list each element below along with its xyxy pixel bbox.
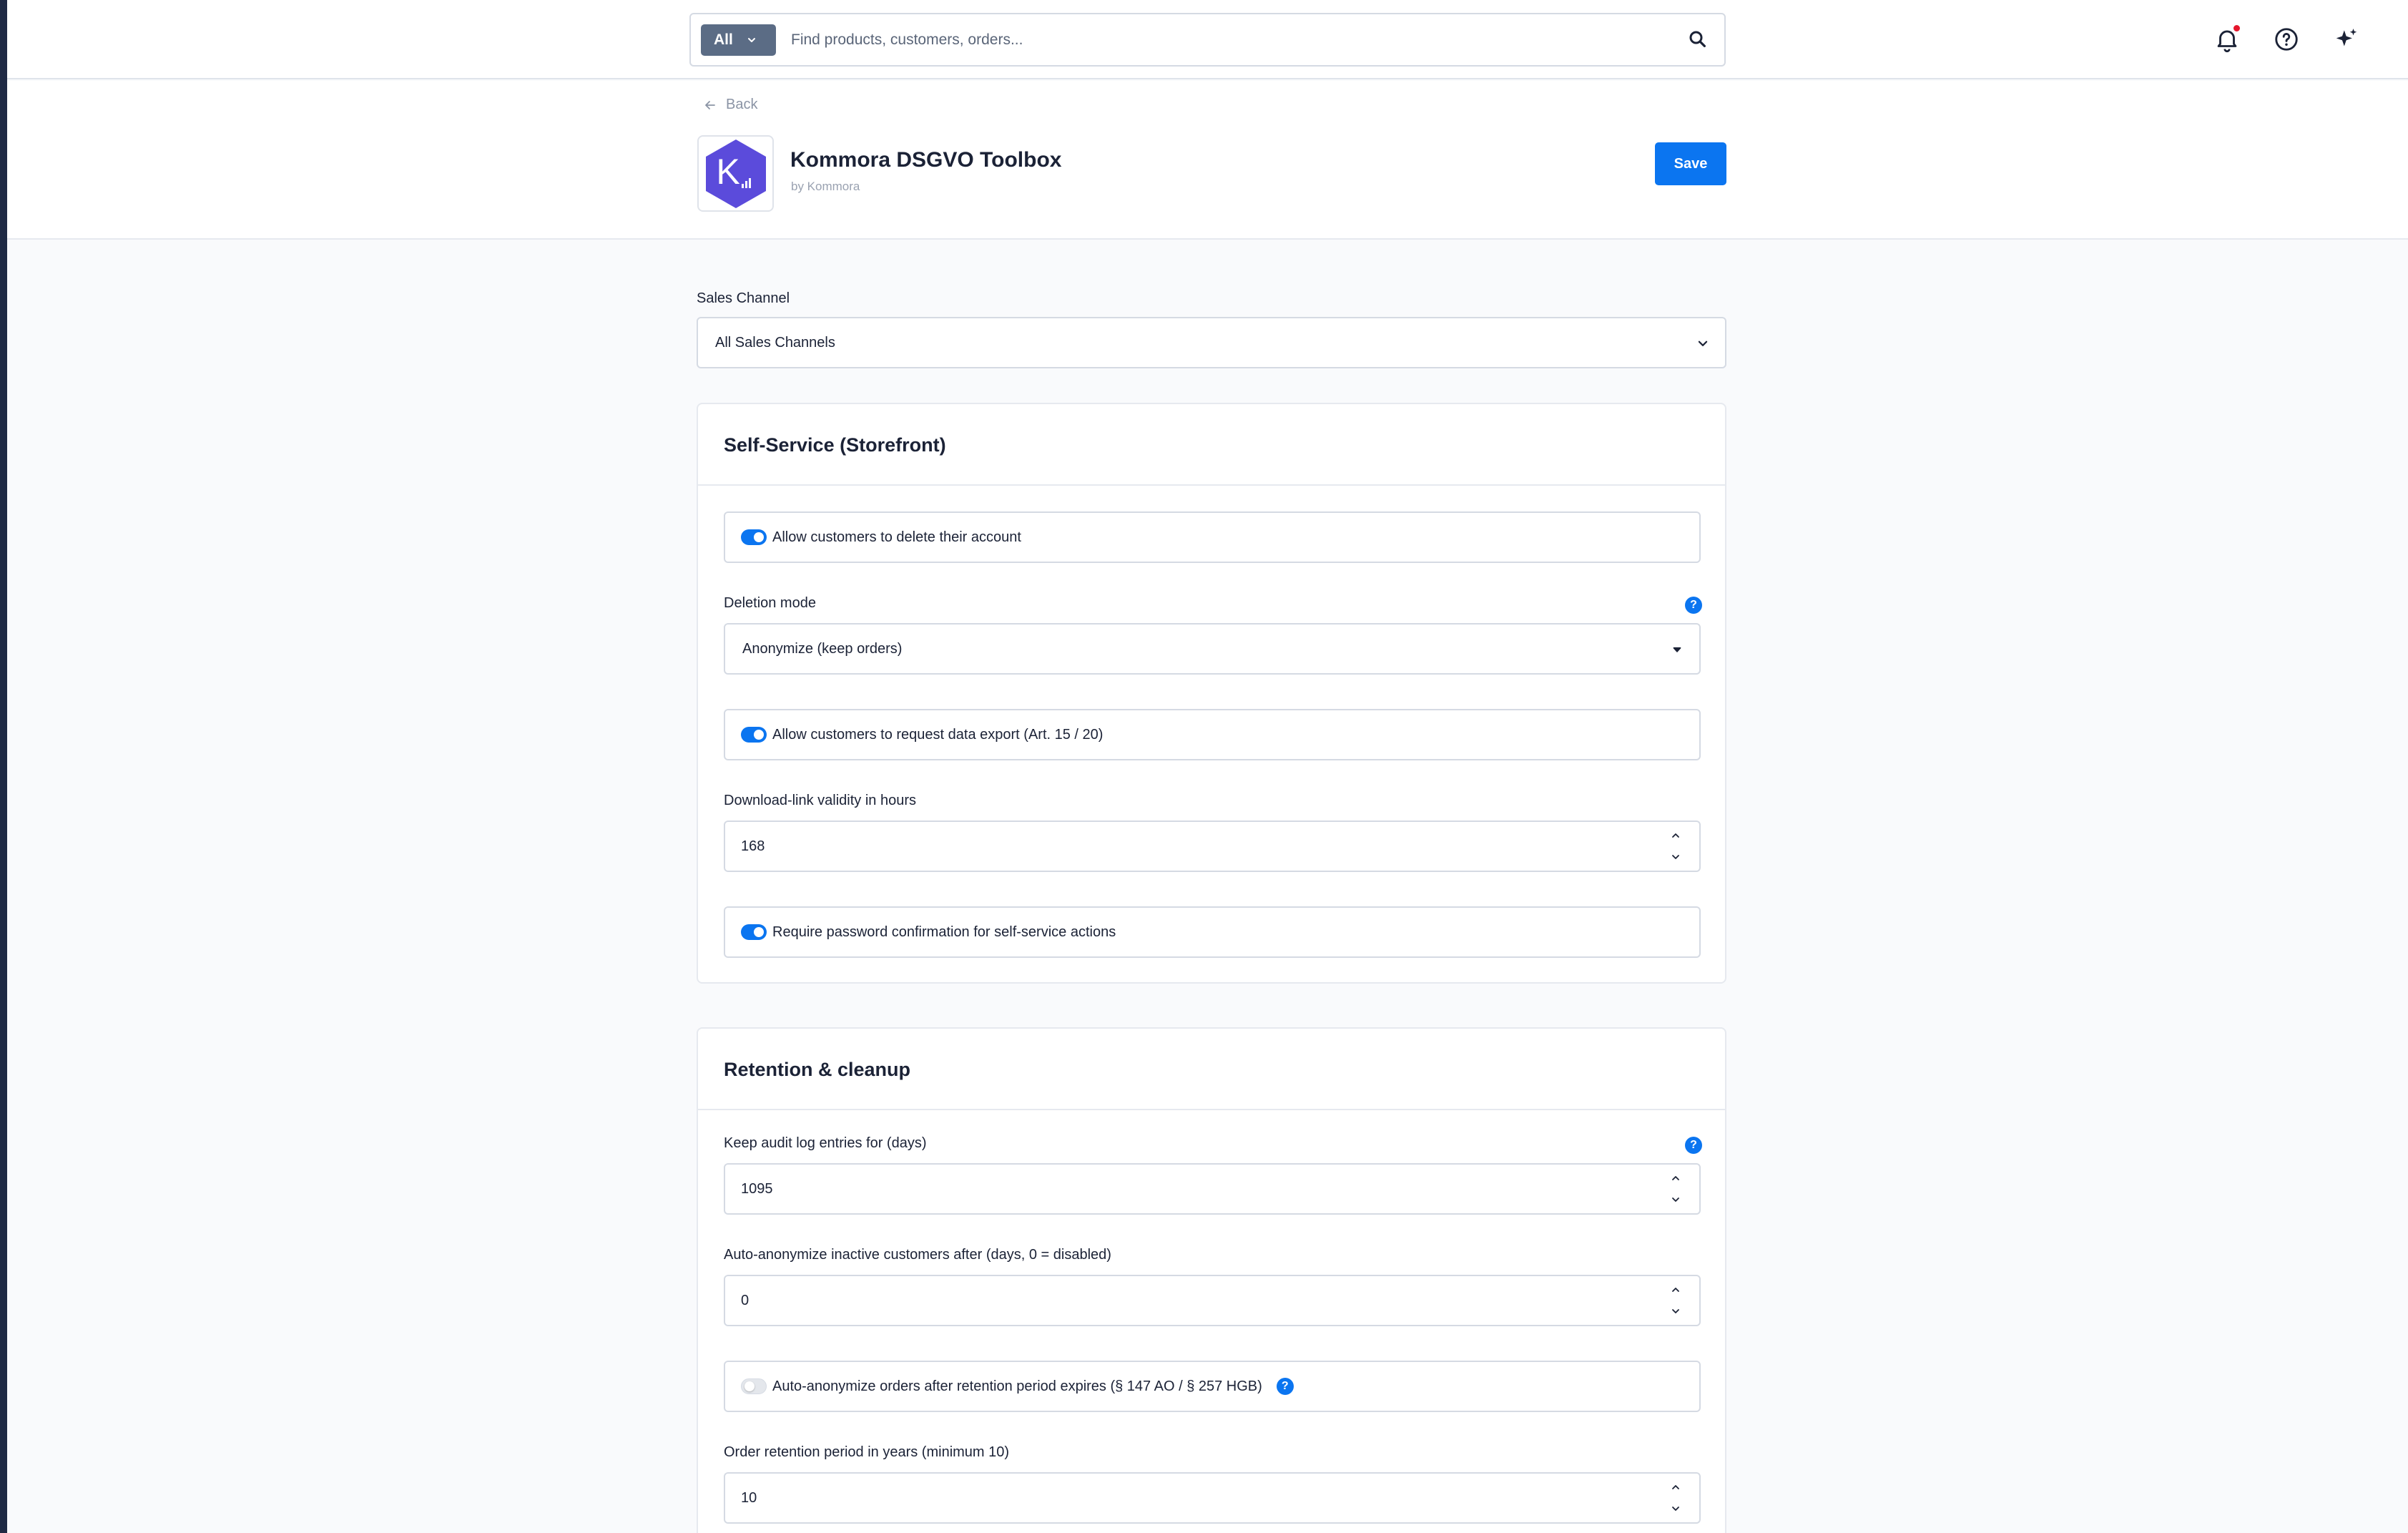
chevron-down-icon[interactable]: [1668, 849, 1684, 865]
notification-dot: [2233, 25, 2240, 31]
chevron-down-icon[interactable]: [1668, 1192, 1684, 1208]
auto-anonymize-orders-label: Auto-anonymize orders after retention pe…: [772, 1378, 1262, 1394]
sparkle-icon[interactable]: [2333, 26, 2360, 53]
require-password-label: Require password confirmation for self-s…: [772, 924, 1116, 940]
question-icon[interactable]: ?: [1276, 1378, 1294, 1395]
sales-channel-label: Sales Channel: [697, 290, 790, 306]
self-service-card: Self-Service (Storefront) Allow customer…: [697, 403, 1726, 984]
allow-delete-label: Allow customers to delete their account: [772, 529, 1021, 545]
card-title: Retention & cleanup: [724, 1059, 911, 1080]
arrow-left-icon: [705, 100, 715, 109]
auto-anonymize-orders-toggle[interactable]: [741, 1378, 767, 1394]
chevron-up-icon[interactable]: [1668, 1282, 1684, 1298]
app-vendor: by Kommora: [791, 180, 860, 193]
allow-export-toggle[interactable]: [741, 727, 767, 743]
download-validity-field: [724, 821, 1701, 872]
download-validity-label: Download-link validity in hours: [724, 793, 917, 808]
card-header: Self-Service (Storefront): [698, 404, 1725, 486]
search-scope-label: All: [714, 31, 733, 48]
search-scope-dropdown[interactable]: All: [701, 24, 776, 56]
order-retention-stepper: [1668, 1479, 1684, 1518]
global-search: All: [689, 13, 1726, 67]
auto-anonymize-inactive-field: [724, 1275, 1701, 1326]
search-icon[interactable]: [1687, 29, 1709, 50]
audit-log-label: Keep audit log entries for (days): [724, 1135, 927, 1151]
help-circle-icon[interactable]: [2273, 26, 2300, 53]
require-password-toggle[interactable]: [741, 924, 767, 940]
allow-delete-row: Allow customers to delete their account: [724, 511, 1701, 563]
download-validity-stepper: [1668, 828, 1684, 866]
back-label: Back: [726, 97, 758, 112]
order-retention-label: Order retention period in years (minimum…: [724, 1444, 1010, 1460]
deletion-mode-label: Deletion mode: [724, 595, 816, 611]
order-retention-input[interactable]: [741, 1487, 1599, 1509]
deletion-mode-select[interactable]: Anonymize (keep orders): [724, 623, 1701, 675]
sales-channel-select[interactable]: All Sales Channels: [697, 317, 1726, 368]
auto-anonymize-orders-row: Auto-anonymize orders after retention pe…: [724, 1361, 1701, 1412]
auto-anonymize-inactive-stepper: [1668, 1282, 1684, 1321]
auto-anonymize-inactive-label: Auto-anonymize inactive customers after …: [724, 1247, 1111, 1263]
page-title: Kommora DSGVO Toolbox: [790, 148, 1062, 172]
chevron-down-icon[interactable]: [1668, 1303, 1684, 1319]
download-validity-input[interactable]: [741, 835, 1599, 858]
deletion-mode-value: Anonymize (keep orders): [742, 640, 903, 657]
search-input[interactable]: [791, 24, 1635, 56]
audit-log-input[interactable]: [741, 1177, 1599, 1200]
require-password-row: Require password confirmation for self-s…: [724, 906, 1701, 958]
allow-export-row: Allow customers to request data export (…: [724, 709, 1701, 760]
save-button[interactable]: Save: [1655, 142, 1726, 185]
chevron-down-icon: [747, 38, 755, 42]
question-icon[interactable]: ?: [1685, 1137, 1702, 1154]
audit-log-field: [724, 1163, 1701, 1215]
page-header: [7, 81, 2408, 240]
chevron-up-icon[interactable]: [1668, 828, 1684, 843]
allow-delete-toggle[interactable]: [741, 529, 767, 545]
chevron-down-icon: [1673, 647, 1681, 652]
card-header: Retention & cleanup: [698, 1029, 1725, 1110]
audit-log-stepper: [1668, 1170, 1684, 1209]
app-logo-hexagon: K: [705, 139, 766, 208]
back-link[interactable]: Back: [703, 97, 757, 113]
app-logo: K: [697, 135, 774, 212]
left-rail: [0, 0, 7, 1533]
chevron-up-icon[interactable]: [1668, 1479, 1684, 1495]
order-retention-field: [724, 1472, 1701, 1524]
sales-channel-value: All Sales Channels: [715, 334, 835, 351]
allow-export-label: Allow customers to request data export (…: [772, 726, 1104, 743]
question-icon[interactable]: ?: [1685, 597, 1702, 614]
auto-anonymize-inactive-input[interactable]: [741, 1289, 1599, 1312]
chevron-down-icon: [1698, 341, 1708, 346]
chevron-down-icon[interactable]: [1668, 1501, 1684, 1517]
retention-card: Retention & cleanup Keep audit log entri…: [697, 1027, 1726, 1533]
chevron-up-icon[interactable]: [1668, 1170, 1684, 1186]
card-title: Self-Service (Storefront): [724, 434, 946, 456]
app-logo-letter: K: [716, 152, 739, 192]
